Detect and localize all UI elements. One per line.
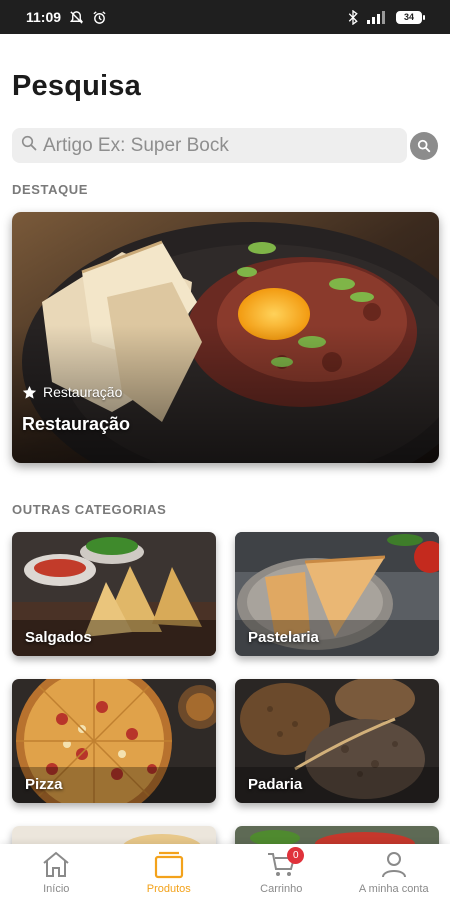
tab-carrinho[interactable]: 0 Carrinho <box>225 844 338 900</box>
star-icon <box>22 385 37 399</box>
category-card-salgados[interactable]: Salgados <box>12 532 216 656</box>
cart-icon: 0 <box>266 847 305 879</box>
page-title: Pesquisa <box>12 70 141 102</box>
category-label: Pizza <box>25 776 63 793</box>
search-button[interactable] <box>410 132 438 160</box>
tab-produtos[interactable]: Produtos <box>113 844 226 900</box>
category-card-pizza[interactable]: Pizza <box>12 679 216 803</box>
category-card-pastelaria[interactable]: Pastelaria <box>235 532 439 656</box>
search-screen: 11:09 34 Pesquisa DESTAQUE <box>0 0 450 900</box>
status-time: 11:09 <box>26 9 62 25</box>
home-icon <box>41 849 71 879</box>
tab-label: Carrinho <box>260 883 303 895</box>
search-icon <box>21 135 37 156</box>
tab-label: Produtos <box>146 883 191 895</box>
category-label: Pastelaria <box>248 629 319 646</box>
featured-tag-label: Restauração <box>43 384 123 400</box>
user-icon <box>380 849 408 879</box>
featured-tag: Restauração <box>22 384 122 400</box>
status-bar: 11:09 34 <box>0 0 450 34</box>
products-icon <box>154 849 184 879</box>
featured-title: Restauração <box>22 414 131 434</box>
featured-section-label: DESTAQUE <box>12 182 89 197</box>
search-icon <box>417 139 431 153</box>
alarm-icon <box>92 10 107 25</box>
tab-label: Início <box>43 883 70 895</box>
bluetooth-icon <box>348 9 358 25</box>
mute-icon <box>69 10 84 25</box>
signal-icon <box>366 10 388 24</box>
battery-icon: 34 <box>396 10 425 24</box>
categories-section-label: OUTRAS CATEGORIAS <box>12 502 167 517</box>
category-label: Padaria <box>248 776 303 793</box>
bottom-tab-bar: Início Produtos 0 Carrinho A minha conta <box>0 844 450 900</box>
tab-inicio[interactable]: Início <box>0 844 113 900</box>
tab-label: A minha conta <box>358 883 429 895</box>
search-field[interactable] <box>12 128 407 163</box>
cart-badge: 0 <box>287 847 305 864</box>
search-input[interactable] <box>43 134 383 157</box>
category-label: Salgados <box>25 629 92 646</box>
tab-a-minha-conta[interactable]: A minha conta <box>338 844 450 900</box>
category-card-padaria[interactable]: Padaria <box>235 679 439 803</box>
